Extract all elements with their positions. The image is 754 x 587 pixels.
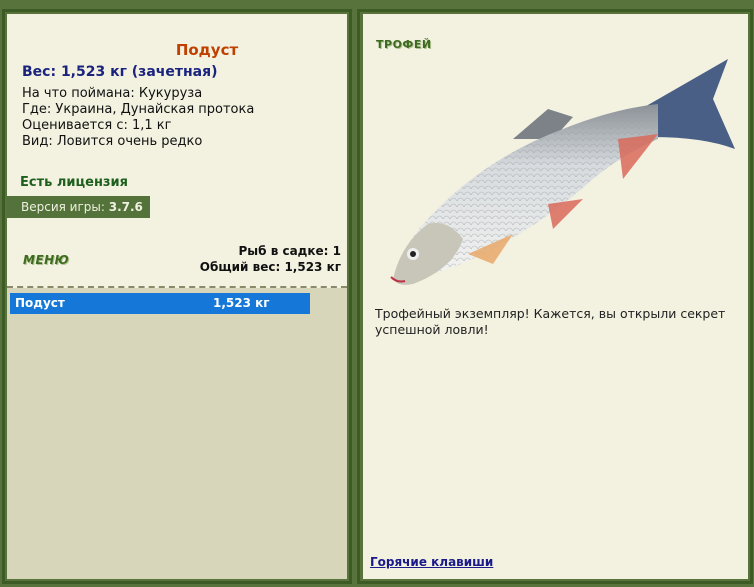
keepnet-stats: Рыб в садке: 1 Общий вес: 1,523 кг bbox=[200, 243, 341, 275]
location-info: Где: Украина, Дунайская протока bbox=[22, 102, 255, 117]
keepnet-list: Подуст 1,523 кг bbox=[7, 288, 347, 579]
trophy-panel: ТРОФЕЙ Трофейный экземпляр! Кажется, вы … bbox=[363, 14, 748, 579]
rated-weight-info: Оценивается с: 1,1 кг bbox=[22, 118, 172, 133]
license-status: Есть лицензия bbox=[20, 175, 128, 190]
fish-count: Рыб в садке: 1 bbox=[238, 244, 342, 258]
bait-info: На что поймана: Кукуруза bbox=[22, 86, 203, 101]
list-item-name: Подуст bbox=[15, 296, 65, 310]
hotkeys-link[interactable]: Горячие клавиши bbox=[370, 555, 493, 569]
fish-photo-icon bbox=[390, 59, 735, 285]
rarity-info: Вид: Ловится очень редко bbox=[22, 134, 203, 149]
catch-info-panel: Подуст Вес: 1,523 кг (зачетная) На что п… bbox=[7, 14, 347, 579]
game-version-bar: Версия игры: 3.7.6 bbox=[7, 196, 150, 218]
total-weight: Общий вес: 1,523 кг bbox=[199, 260, 341, 274]
list-item[interactable]: Подуст 1,523 кг bbox=[10, 293, 310, 314]
list-item-weight: 1,523 кг bbox=[213, 296, 270, 310]
fish-name: Подуст bbox=[175, 41, 239, 59]
menu-button[interactable]: МЕНЮ bbox=[23, 253, 69, 267]
version-label: Версия игры: bbox=[21, 200, 105, 214]
trophy-message: Трофейный экземпляр! Кажется, вы открыли… bbox=[375, 306, 726, 337]
version-value: 3.7.6 bbox=[108, 200, 143, 214]
fish-weight: Вес: 1,523 кг (зачетная) bbox=[22, 64, 218, 80]
